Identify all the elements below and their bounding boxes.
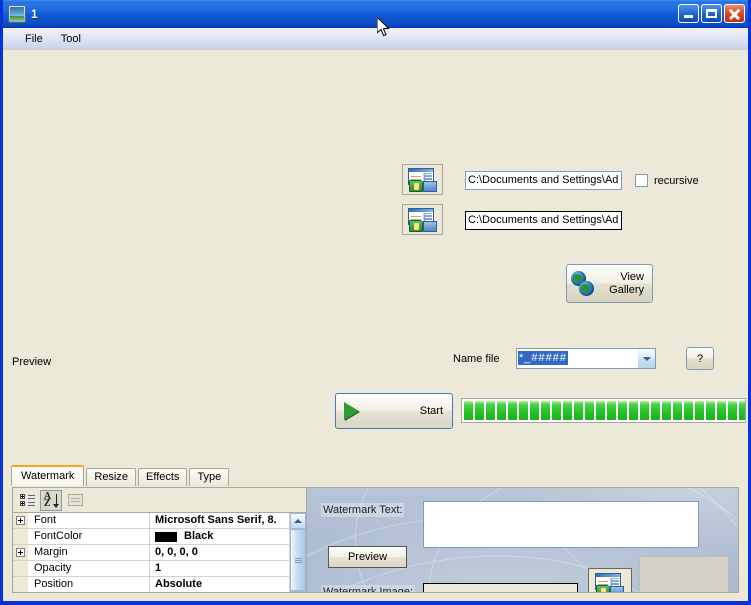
view-gallery-label: View Gallery (600, 271, 652, 297)
view-gallery-line1: View (620, 270, 644, 283)
destination-browse-button[interactable] (402, 204, 443, 235)
maximize-button[interactable] (701, 4, 722, 23)
property-row[interactable]: Position Absolute (13, 577, 289, 592)
upper-pane: Preview C:\Documents and Settings\Ad rec… (3, 50, 748, 429)
app-icon (8, 4, 26, 23)
expand-plus-icon[interactable] (13, 513, 28, 528)
menu-item-file[interactable]: File (16, 31, 52, 47)
property-row[interactable]: Font Microsoft Sans Serif, 8. (13, 513, 289, 529)
property-value[interactable]: 1 (150, 561, 289, 576)
watermark-preview-button[interactable]: Preview (328, 546, 407, 568)
property-value-text: Microsoft Sans Serif, 8. (155, 514, 277, 526)
tab-type[interactable]: Type (189, 468, 230, 486)
property-pages-icon (64, 490, 86, 511)
title-bar: 1 (3, 0, 748, 28)
property-name: Margin (28, 545, 150, 560)
watermark-image-label: Watermark Image: (321, 585, 416, 592)
recursive-label: recursive (654, 174, 699, 187)
preview-label: Preview (12, 356, 52, 368)
property-value-text: Absolute (155, 578, 203, 590)
tab-resize[interactable]: Resize (86, 468, 136, 486)
recursive-checkbox-row[interactable]: recursive (635, 174, 699, 187)
expander-spacer (13, 529, 28, 544)
window-controls (678, 4, 745, 23)
watermark-text-label: Watermark Text: (321, 503, 405, 517)
property-grid: AZ Font Microsoft Sans Serif, 8. FontColor… (13, 488, 307, 592)
tab-strip: Watermark Resize Effects Type (11, 465, 231, 486)
tab-watermark[interactable]: Watermark (11, 465, 85, 486)
browse-folder-icon (407, 207, 438, 232)
property-value[interactable]: 0, 0, 0, 0 (150, 545, 289, 560)
watermark-image-thumbnail (639, 556, 729, 592)
property-name: Position (28, 577, 150, 592)
destination-path-field[interactable]: C:\Documents and Settings\Ad (465, 211, 622, 230)
bottom-pane: Watermark Resize Effects Type AZ Font Mi… (3, 411, 748, 599)
tab-panel-watermark: AZ Font Microsoft Sans Serif, 8. FontColor… (12, 487, 739, 593)
property-row[interactable]: FontColor Black (13, 529, 289, 545)
expander-spacer (13, 561, 28, 576)
expander-spacer (13, 577, 28, 592)
property-value-text: Black (184, 530, 214, 542)
globes-icon (570, 269, 600, 299)
browse-folder-icon (407, 167, 438, 192)
scroll-up-icon[interactable] (290, 513, 306, 529)
property-grid-rows: Font Microsoft Sans Serif, 8. FontColor Bla… (13, 513, 306, 592)
scrollbar-track[interactable] (290, 529, 306, 591)
view-gallery-button[interactable]: View Gallery (566, 264, 653, 303)
property-value-text: 1 (155, 562, 162, 574)
watermark-image-input[interactable] (423, 583, 578, 592)
alphabetical-sort-icon[interactable]: AZ (40, 489, 62, 511)
name-file-value-wrap[interactable]: *_##### (517, 349, 637, 368)
view-gallery-line2: Gallery (609, 283, 644, 296)
application-window: 1 File Tool Preview C:\Documents and Set… (0, 0, 751, 605)
menu-item-tool[interactable]: Tool (52, 31, 90, 47)
property-row[interactable]: Opacity 1 (13, 561, 289, 577)
tab-effects[interactable]: Effects (138, 468, 188, 486)
help-button[interactable]: ? (686, 347, 714, 370)
property-name: Opacity (28, 561, 150, 576)
property-name: Font (28, 513, 150, 528)
scrollbar-thumb[interactable] (290, 529, 306, 591)
source-path-field[interactable]: C:\Documents and Settings\Ad (465, 171, 622, 190)
watermark-text-input[interactable] (423, 501, 699, 548)
name-file-combobox[interactable]: *_##### (516, 348, 656, 369)
property-list: Font Microsoft Sans Serif, 8. FontColor Bla… (13, 513, 289, 592)
expand-plus-icon[interactable] (13, 545, 28, 560)
property-value[interactable]: Black (150, 529, 289, 544)
browse-folder-icon (595, 573, 625, 592)
source-browse-button[interactable] (402, 164, 443, 195)
property-value[interactable]: Absolute (150, 577, 289, 592)
name-file-label: Name file (453, 353, 500, 365)
property-value-text: 0, 0, 0, 0 (155, 546, 198, 558)
color-swatch (155, 531, 177, 542)
property-name: FontColor (28, 529, 150, 544)
categorized-view-icon[interactable] (16, 490, 38, 511)
property-row[interactable]: Margin 0, 0, 0, 0 (13, 545, 289, 561)
close-button[interactable] (724, 4, 745, 23)
watermark-image-browse-button[interactable] (588, 568, 632, 592)
client-area: Preview C:\Documents and Settings\Ad rec… (3, 50, 748, 599)
property-value[interactable]: Microsoft Sans Serif, 8. (150, 513, 289, 528)
name-file-value: *_##### (518, 351, 568, 365)
minimize-button[interactable] (678, 4, 699, 23)
watermark-settings-panel: Watermark Text: Preview Watermark Image: (307, 488, 738, 592)
menu-bar: File Tool (3, 28, 748, 50)
property-grid-scrollbar[interactable] (289, 513, 306, 592)
chevron-down-icon[interactable] (637, 349, 655, 368)
property-grid-toolbar: AZ (13, 488, 306, 513)
window-title: 1 (31, 6, 38, 21)
recursive-checkbox[interactable] (635, 174, 648, 187)
